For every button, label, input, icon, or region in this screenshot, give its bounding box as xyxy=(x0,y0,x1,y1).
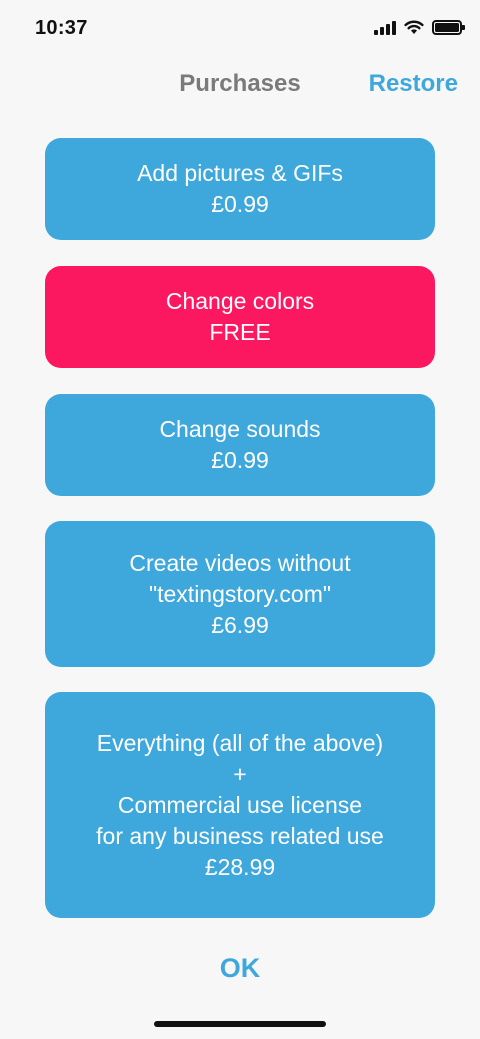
purchase-everything-button[interactable]: Everything (all of the above) + Commerci… xyxy=(45,692,435,918)
status-bar: 10:37 xyxy=(0,0,480,58)
purchase-price: £6.99 xyxy=(211,611,269,638)
wifi-icon xyxy=(404,20,424,34)
battery-icon xyxy=(432,20,465,35)
purchases-screen: 10:37 Purchases Restore Add pictures & G… xyxy=(0,0,480,1039)
purchase-change-sounds-button[interactable]: Change sounds £0.99 xyxy=(45,394,435,496)
purchase-title: Add pictures & GIFs xyxy=(137,160,343,186)
purchase-pictures-gifs-button[interactable]: Add pictures & GIFs £0.99 xyxy=(45,138,435,240)
purchase-change-colors-button[interactable]: Change colors FREE xyxy=(45,266,435,368)
home-indicator[interactable] xyxy=(154,1021,326,1027)
purchase-license-line: Commercial use license xyxy=(117,791,363,818)
purchase-title: Change colors xyxy=(165,288,315,314)
status-time: 10:37 xyxy=(35,17,88,39)
purchase-price: £0.99 xyxy=(211,447,269,473)
cellular-signal-icon xyxy=(374,20,396,35)
purchase-price: £0.99 xyxy=(211,191,269,217)
nav-bar: Purchases Restore xyxy=(0,62,480,108)
purchase-title: Change sounds xyxy=(159,416,321,442)
purchase-title-line-2: "textingstory.com" xyxy=(148,580,332,607)
purchase-no-watermark-button[interactable]: Create videos without "textingstory.com"… xyxy=(45,521,435,667)
purchase-price: £28.99 xyxy=(204,853,276,880)
purchase-title: Create videos without xyxy=(129,549,351,576)
purchase-title: Everything (all of the above) xyxy=(96,729,384,756)
purchase-plus: + xyxy=(233,760,247,787)
purchase-price: FREE xyxy=(209,319,271,345)
status-icons xyxy=(374,20,465,35)
ok-button[interactable]: OK xyxy=(0,953,480,984)
restore-button[interactable]: Restore xyxy=(369,70,458,98)
purchase-license-detail: for any business related use xyxy=(96,822,384,849)
